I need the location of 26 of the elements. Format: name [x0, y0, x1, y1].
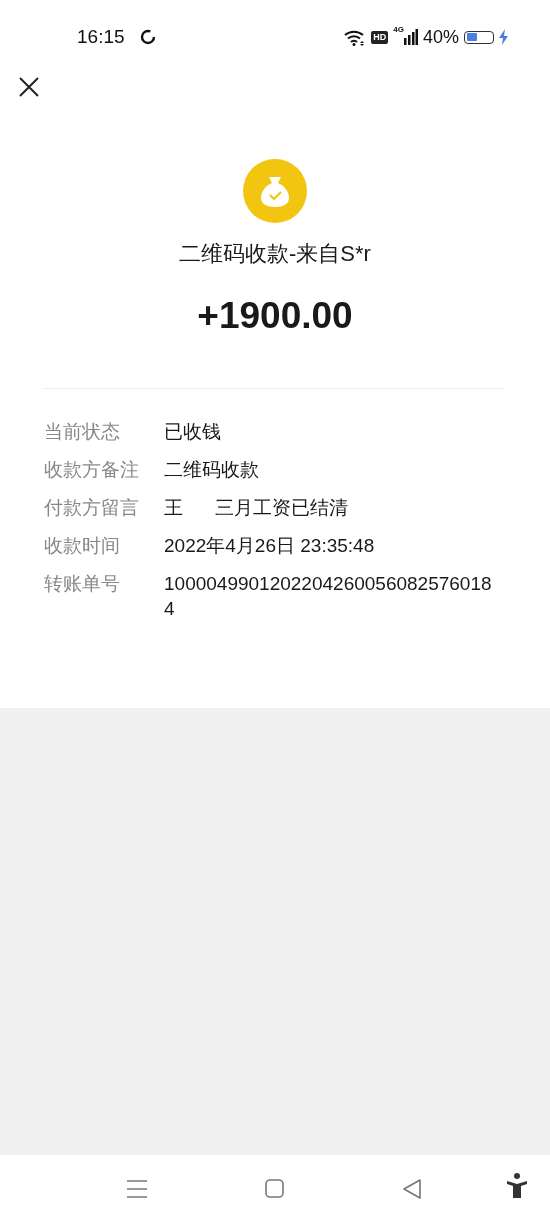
- detail-label: 付款方留言: [44, 496, 140, 520]
- money-bag-icon: [243, 159, 307, 223]
- amount: +1900.00: [197, 294, 353, 338]
- network-label: 4G: [393, 24, 404, 34]
- clock: 16:15: [77, 26, 125, 48]
- home-button[interactable]: [265, 1179, 284, 1198]
- detail-value: 王 三月工资已结清: [164, 496, 349, 520]
- detail-value: 二维码收款: [164, 458, 260, 482]
- battery-icon: [464, 30, 494, 44]
- detail-value: 已收钱: [164, 420, 222, 444]
- hd-icon: HD: [371, 30, 389, 44]
- close-button[interactable]: [19, 77, 39, 97]
- menu-button[interactable]: [127, 1179, 147, 1198]
- back-button[interactable]: [403, 1178, 421, 1199]
- detail-label: 收款时间: [44, 534, 121, 558]
- detail-label: 转账单号: [44, 572, 121, 596]
- accessibility-button[interactable]: [506, 1173, 528, 1199]
- sync-icon: [139, 29, 156, 45]
- detail-value: 2022年4月26日 23:35:48: [164, 534, 376, 558]
- transaction-title: 二维码收款-来自S*r: [179, 240, 371, 268]
- wifi-icon: [344, 28, 367, 46]
- detail-value: 10000499012022042600560825760184: [164, 572, 493, 621]
- detail-label: 当前状态: [44, 420, 121, 444]
- signal-icon: [403, 29, 418, 45]
- detail-label: 收款方备注: [44, 458, 140, 482]
- battery-percent: 40%: [422, 26, 459, 48]
